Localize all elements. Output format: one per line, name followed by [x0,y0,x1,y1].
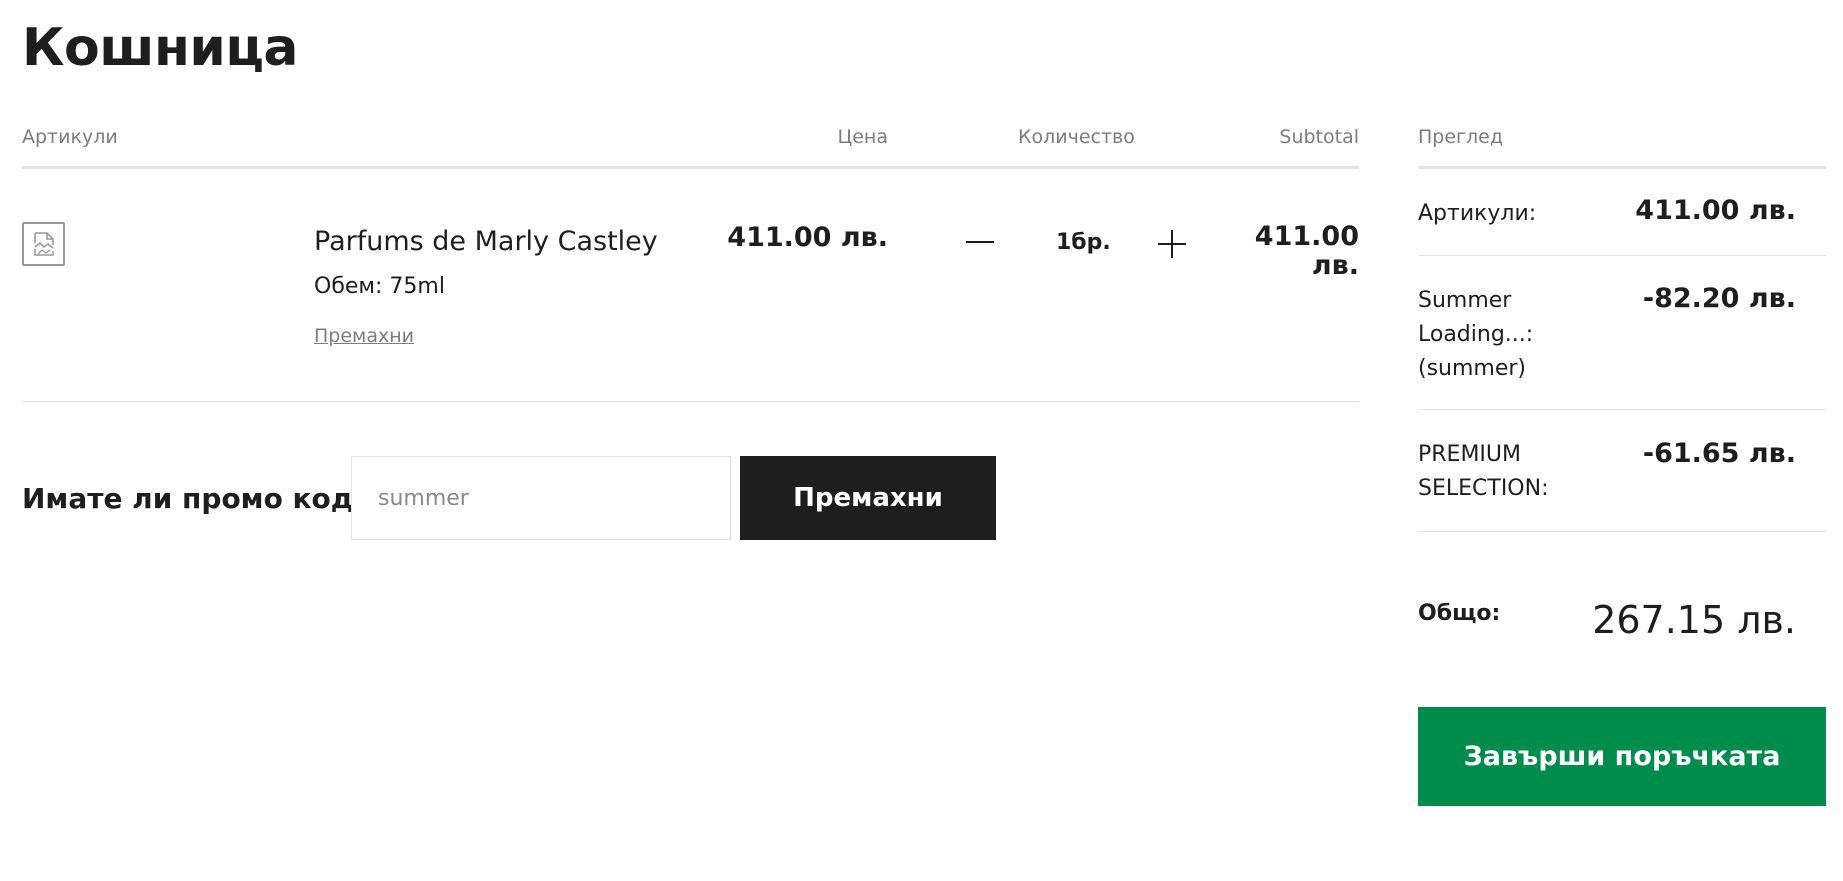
column-header-items: Артикули [22,126,118,148]
summary-divider [1418,409,1826,410]
quantity-decrease-button[interactable] [960,222,1000,262]
promo-code-label: Имате ли промо код [22,482,354,515]
summary-divider [1418,531,1826,532]
summary-divider [1418,255,1826,256]
column-header-price: Цена [837,126,888,148]
minus-icon [966,241,994,243]
table-header-divider [22,166,1359,169]
summary-discount-premium-value: -61.65 лв. [1642,438,1796,469]
summary-title: Преглед [1418,126,1503,148]
product-image[interactable] [22,222,65,266]
summary-items-value: 411.00 лв. [1635,195,1796,226]
promo-remove-button[interactable]: Премахни [740,456,996,540]
product-name[interactable]: Parfums de Marly Castley [314,226,658,257]
remove-item-link[interactable]: Премахни [314,325,414,347]
summary-header-divider [1418,166,1826,169]
checkout-button[interactable]: Завърши поръчката [1418,707,1826,806]
quantity-increase-button[interactable] [1152,224,1192,264]
column-header-quantity: Количество [1018,126,1135,148]
summary-discount-summer-label: Summer Loading...: (summer) [1418,288,1534,381]
product-subtotal: 411.00 лв. [1254,221,1359,281]
broken-image-icon [33,232,54,256]
summary-discount-premium-label: PREMIUM SELECTION: [1418,442,1549,501]
promo-code-input[interactable] [351,456,731,540]
product-price: 411.00 лв. [727,222,888,253]
total-value: 267.15 лв. [1592,598,1796,642]
column-header-subtotal: Subtotal [1279,126,1359,148]
total-label: Общо: [1418,601,1501,626]
product-volume: Обем: 75ml [314,274,445,299]
page-title: Кошница [22,18,298,78]
row-divider [22,401,1359,402]
summary-items-label: Артикули: [1418,201,1537,226]
quantity-value: 1бр. [1056,230,1111,255]
summary-discount-summer-value: -82.20 лв. [1642,283,1796,314]
